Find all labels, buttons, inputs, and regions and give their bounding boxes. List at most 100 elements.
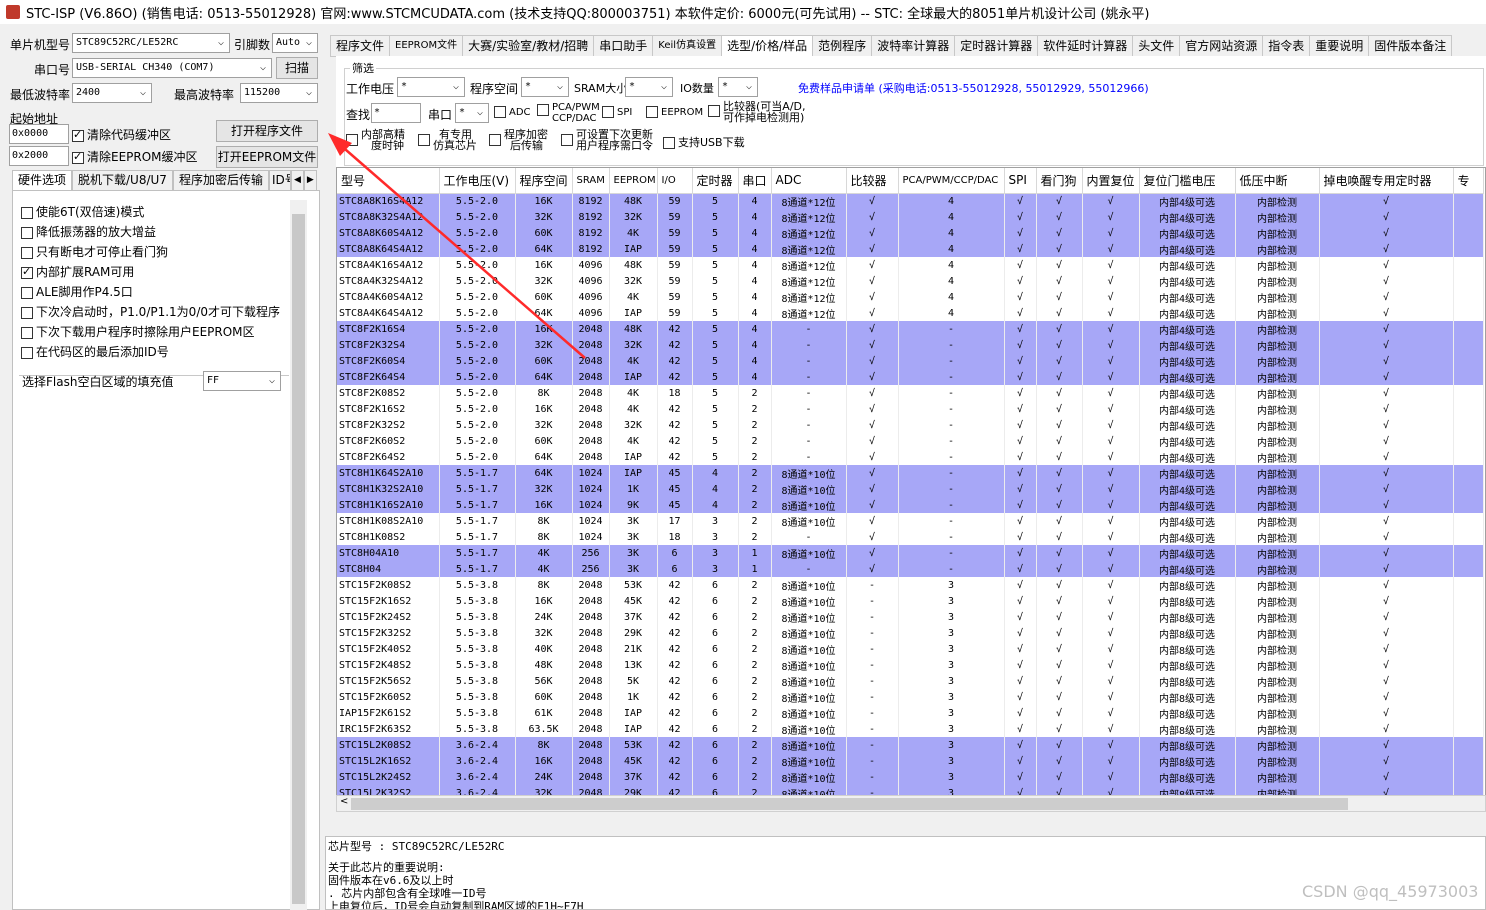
table-row[interactable]: STC15F2K60S2 5.5-3.8 60K 2048 1K 42 6 2 8通道*10位 -…: [337, 689, 1484, 705]
table-row[interactable]: STC8A4K16S4A12 5.5-2.0 16K 4096 48K 59 5 4 8通道*1…: [337, 257, 1484, 273]
table-row[interactable]: STC8H1K16S2A10 5.5-1.7 16K 1024 9K 45 4 2 8通道*10…: [337, 497, 1484, 513]
tab-8[interactable]: 定时器计算器: [955, 35, 1039, 57]
table-row[interactable]: STC8A4K60S4A12 5.5-2.0 60K 4096 4K 59 5 4 8通道*12…: [337, 289, 1484, 305]
pin-select[interactable]: Auto ⌵: [272, 33, 318, 53]
fill-select[interactable]: FF ⌵: [203, 371, 281, 391]
column-header[interactable]: 专: [1453, 168, 1484, 194]
io-select[interactable]: * ⌵: [718, 77, 758, 97]
tab-scroll-right-icon[interactable]: ▶: [303, 170, 317, 190]
column-header[interactable]: 比较器: [846, 168, 899, 194]
column-header[interactable]: 看门狗: [1036, 168, 1083, 194]
column-header[interactable]: EEPROM: [609, 168, 658, 194]
tab-14[interactable]: 固件版本备注: [1369, 35, 1453, 57]
table-row[interactable]: STC15F2K48S2 5.5-3.8 48K 2048 13K 42 6 2 8通道*10位…: [337, 657, 1484, 673]
table-row[interactable]: STC8H04 5.5-1.7 4K 256 3K 6 3 1- √ - √ √ √ 内部4级可选 内部检测…: [337, 561, 1484, 577]
option-checkbox[interactable]: 内部扩展RAM可用: [21, 263, 134, 280]
column-header[interactable]: 串口: [738, 168, 772, 194]
column-header[interactable]: 定时器: [692, 168, 739, 194]
table-row[interactable]: STC8H1K64S2A10 5.5-1.7 64K 1024 IAP 45 4 2 8通道*1…: [337, 465, 1484, 481]
column-header[interactable]: 掉电唤醒专用定时器: [1319, 168, 1454, 194]
column-header[interactable]: 程序空间: [515, 168, 573, 194]
table-row[interactable]: STC8H1K08S2A10 5.5-1.7 8K 1024 3K 17 3 2 8通道*10位…: [337, 513, 1484, 529]
precision-clock-checkbox[interactable]: 内部高精 度时钟: [346, 129, 405, 151]
search-input[interactable]: *: [371, 103, 421, 123]
table-row[interactable]: STC8A8K60S4A12 5.5-2.0 60K 8192 4K 59 5 4 8通道*12…: [337, 225, 1484, 241]
table-row[interactable]: STC8F2K16S4 5.5-2.0 16K 2048 48K 42 5 4- √ - √ √ √ 内部…: [337, 321, 1484, 337]
tab-5[interactable]: 选型/价格/样品: [722, 35, 814, 57]
tab-7[interactable]: 波特率计算器: [872, 35, 956, 57]
table-row[interactable]: STC15F2K08S2 5.5-3.8 8K 2048 53K 42 6 2 8通道*10位 -…: [337, 577, 1484, 593]
table-row[interactable]: STC8F2K60S2 5.5-2.0 60K 2048 4K 42 5 2- √ - √ √ √ 内部4…: [337, 433, 1484, 449]
tab-2[interactable]: 大赛/实验室/教材/招聘: [463, 35, 595, 57]
tab-3[interactable]: 串口助手: [594, 35, 654, 57]
table-row[interactable]: STC15L2K16S2 3.6-2.4 16K 2048 45K 42 6 2 8通道*10位…: [337, 753, 1484, 769]
column-header[interactable]: 复位门槛电压: [1139, 168, 1236, 194]
table-row[interactable]: STC8F2K08S2 5.5-2.0 8K 2048 4K 18 5 2- √ - √ √ √ 内部4级…: [337, 385, 1484, 401]
usb-checkbox[interactable]: 支持USB下载: [663, 134, 745, 150]
table-row[interactable]: IRC15F2K63S2 5.5-3.8 63.5K 2048 IAP 42 6 2 8通道*1…: [337, 721, 1484, 737]
comparator-checkbox[interactable]: 比较器(可当A/D, 可作掉电检测用): [708, 101, 806, 123]
column-header[interactable]: ADC: [771, 168, 847, 194]
table-row[interactable]: STC8F2K32S2 5.5-2.0 32K 2048 32K 42 5 2- √ - √ √ √ 内部…: [337, 417, 1484, 433]
table-row[interactable]: STC8A8K32S4A12 5.5-2.0 32K 8192 32K 59 5 4 8通道*1…: [337, 209, 1484, 225]
adc-checkbox[interactable]: ADC: [494, 106, 531, 118]
max-baud-select[interactable]: 115200 ⌵: [240, 83, 318, 103]
options-scrollbar[interactable]: [290, 200, 307, 910]
tab-encrypt[interactable]: 程序加密后传输: [172, 170, 269, 190]
table-row[interactable]: STC15F2K56S2 5.5-3.8 56K 2048 5K 42 6 2 8通道*10位 -…: [337, 673, 1484, 689]
table-row[interactable]: STC8H1K08S2 5.5-1.7 8K 1024 3K 18 3 2- √ - √ √ √ 内部4级…: [337, 529, 1484, 545]
table-row[interactable]: STC8A4K64S4A12 5.5-2.0 64K 4096 IAP 59 5 4 8通道*1…: [337, 305, 1484, 321]
column-header[interactable]: 型号: [337, 168, 440, 194]
scrollbar-thumb[interactable]: [351, 798, 1348, 810]
table-row[interactable]: STC15F2K40S2 5.5-3.8 40K 2048 21K 42 6 2 8通道*10位…: [337, 641, 1484, 657]
voltage-select[interactable]: * ⌵: [397, 77, 465, 97]
table-row[interactable]: STC8A8K64S4A12 5.5-2.0 64K 8192 IAP 59 5 4 8通道*1…: [337, 241, 1484, 257]
clear-eeprom-checkbox[interactable]: 清除EEPROM缓冲区: [72, 148, 198, 165]
serial-select[interactable]: * ⌵: [455, 103, 489, 123]
option-checkbox[interactable]: 在代码区的最后添加ID号: [21, 343, 169, 360]
clear-code-checkbox[interactable]: 清除代码缓冲区: [72, 126, 171, 143]
program-select[interactable]: * ⌵: [521, 77, 569, 97]
table-row[interactable]: STC15L2K24S2 3.6-2.4 24K 2048 37K 42 6 2 8通道*10位…: [337, 769, 1484, 785]
column-header[interactable]: 工作电压(V): [439, 168, 516, 194]
spi-checkbox[interactable]: SPI: [602, 106, 632, 118]
option-checkbox[interactable]: 使能6T(双倍速)模式: [21, 203, 144, 220]
tab-9[interactable]: 软件延时计算器: [1038, 35, 1134, 57]
password-checkbox[interactable]: 可设置下次更新 用户程序需口令: [561, 129, 653, 151]
tab-12[interactable]: 指令表: [1263, 35, 1311, 57]
tab-1[interactable]: EEPROM文件: [390, 35, 464, 57]
column-header[interactable]: 低压中断: [1235, 168, 1320, 194]
tab-hardware[interactable]: 硬件选项: [12, 170, 73, 191]
sample-request-link[interactable]: 免费样品申请单 (采购电话:0513-55012928, 55012929, 5…: [798, 80, 1149, 96]
sram-select[interactable]: * ⌵: [625, 77, 673, 97]
tab-13[interactable]: 重要说明: [1310, 35, 1370, 57]
table-row[interactable]: STC15F2K24S2 5.5-3.8 24K 2048 37K 42 6 2 8通道*10位…: [337, 609, 1484, 625]
port-select[interactable]: USB-SERIAL CH340 (COM7) ⌵: [72, 58, 272, 78]
column-header[interactable]: 内置复位: [1082, 168, 1140, 194]
emulator-checkbox[interactable]: 有专用 仿真芯片: [418, 129, 477, 151]
table-row[interactable]: STC8F2K64S2 5.5-2.0 64K 2048 IAP 42 5 2- √ - √ √ √ 内部…: [337, 449, 1484, 465]
tab-4[interactable]: Keil仿真设置: [653, 35, 723, 57]
open-program-button[interactable]: 打开程序文件: [216, 120, 318, 142]
tab-id[interactable]: ID号: [268, 170, 291, 190]
table-row[interactable]: STC15L2K08S2 3.6-2.4 8K 2048 53K 42 6 2 8通道*10位 -…: [337, 737, 1484, 753]
table-row[interactable]: STC8F2K64S4 5.5-2.0 64K 2048 IAP 42 5 4- √ - √ √ √ 内部…: [337, 369, 1484, 385]
option-checkbox[interactable]: 只有断电才可停止看门狗: [21, 243, 168, 260]
column-header[interactable]: SPI: [1004, 168, 1037, 194]
tab-11[interactable]: 官方网站资源: [1180, 35, 1264, 57]
table-row[interactable]: STC8F2K16S2 5.5-2.0 16K 2048 4K 42 5 2- √ - √ √ √ 内部4…: [337, 401, 1484, 417]
table-row[interactable]: STC8A8K16S4A12 5.5-2.0 16K 8192 48K 59 5 4 8通道*1…: [337, 193, 1484, 209]
tab-0[interactable]: 程序文件: [330, 35, 391, 57]
option-checkbox[interactable]: 下次冷启动时，P1.0/P1.1为0/0才可下载程序: [21, 303, 280, 320]
table-horizontal-scrollbar[interactable]: <: [336, 795, 1486, 812]
mcu-select[interactable]: STC89C52RC/LE52RC ⌵: [72, 33, 230, 53]
pca-checkbox[interactable]: PCA/PWM CCP/DAC: [537, 102, 600, 124]
encrypt-checkbox[interactable]: 程序加密 后传输: [489, 129, 548, 151]
scroll-left-icon[interactable]: <: [340, 796, 348, 807]
column-header[interactable]: PCA/PWM/CCP/DAC: [898, 168, 1005, 194]
scan-button[interactable]: 扫描: [276, 57, 318, 79]
table-row[interactable]: STC8F2K60S4 5.5-2.0 60K 2048 4K 42 5 4- √ - √ √ √ 内部4…: [337, 353, 1484, 369]
open-eeprom-button[interactable]: 打开EEPROM文件: [216, 146, 318, 168]
code-address-input[interactable]: 0x0000: [9, 124, 69, 144]
column-header[interactable]: I/O: [657, 168, 693, 194]
